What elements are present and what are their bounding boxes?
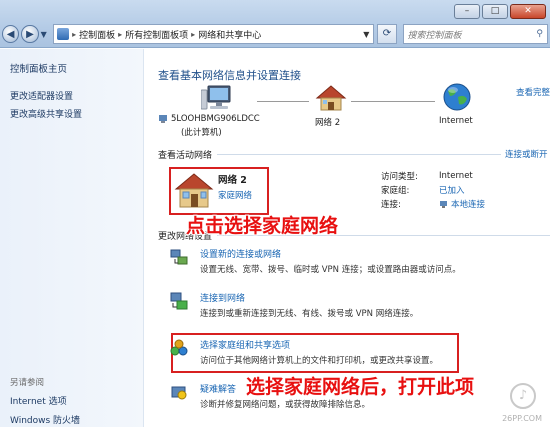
annotation-open-option: 选择家庭网络后，打开此项	[246, 376, 475, 398]
chevron-right-icon[interactable]: ▸	[191, 30, 195, 39]
watermark-logo-icon: ♪	[510, 383, 536, 409]
computer-small-icon	[158, 114, 168, 124]
property-key: 连接:	[381, 200, 401, 210]
breadcrumb-network-center[interactable]: 网络和共享中心	[198, 28, 261, 41]
breadcrumb-control-panel[interactable]: 控制面板	[79, 28, 115, 41]
connect-network-icon	[170, 292, 188, 310]
back-button[interactable]: ◀	[2, 25, 20, 43]
computer-name: 5LOOHBMG906LDCC	[171, 114, 260, 124]
refresh-icon: ⟳	[382, 28, 392, 39]
map-computer-label-wrap: 5LOOHBMG906LDCC (此计算机)	[158, 114, 288, 138]
property-row: 家庭组: 已加入	[381, 183, 485, 197]
forward-arrow-icon: ▶	[26, 28, 34, 40]
troubleshoot-link[interactable]: 疑难解答	[200, 382, 236, 395]
back-arrow-icon: ◀	[6, 28, 15, 40]
maximize-button[interactable]: □	[482, 4, 508, 19]
annotation-click-home-network: 点击选择家庭网络	[186, 215, 339, 237]
property-row: 访问类型: Internet	[381, 169, 485, 183]
control-panel-icon	[57, 28, 70, 40]
sidebar-link-internet-options[interactable]: Internet 选项	[10, 394, 67, 407]
active-networks-label: 查看活动网络	[158, 151, 213, 161]
chevron-right-icon[interactable]: ▸	[118, 30, 122, 39]
address-dropdown-icon[interactable]: ▼	[359, 30, 373, 39]
property-value: Internet	[439, 171, 473, 181]
map-network	[313, 84, 349, 115]
connect-disconnect-link[interactable]: 连接或断开	[505, 148, 548, 160]
active-network-highlight: 网络 2 家庭网络	[169, 167, 269, 215]
window-controls: – □ ✕	[454, 4, 546, 19]
task-description: 诊断并修复网络问题，或获得故障排除信息。	[200, 400, 371, 410]
see-full-map-link[interactable]: 查看完整	[516, 86, 550, 98]
sidebar-link-windows-firewall[interactable]: Windows 防火墙	[10, 413, 80, 426]
title-bar: – □ ✕ ◀ ▶ ▼ ▸ 控制面板 ▸ 所有控制面板项 ▸ 网络和共享中心 ▼…	[0, 0, 550, 48]
sidebar-link-advanced-sharing[interactable]: 更改高级共享设置	[10, 107, 82, 120]
homegroup-sharing-options-link[interactable]: 选择家庭组和共享选项	[200, 338, 290, 351]
connection-icon	[439, 200, 448, 209]
watermark-text: 26PP.COM	[502, 414, 542, 423]
task-description: 设置无线、宽带、拨号、临时或 VPN 连接；或设置路由器或访问点。	[200, 265, 461, 275]
section-divider	[217, 154, 501, 155]
breadcrumb-all-items[interactable]: 所有控制面板项	[125, 28, 188, 41]
forward-button[interactable]: ▶	[21, 25, 39, 43]
map-computer	[163, 84, 273, 115]
task-description: 连接到或重新连接到无线、有线、拨号或 VPN 网络连接。	[200, 309, 419, 319]
sidebar-home-link[interactable]: 控制面板主页	[10, 61, 67, 75]
recent-pages-dropdown[interactable]: ▼	[41, 30, 51, 39]
close-button[interactable]: ✕	[510, 4, 546, 19]
connect-to-network-link[interactable]: 连接到网络	[200, 291, 245, 304]
homegroup-icon	[170, 339, 188, 356]
property-row: 连接: 本地连接	[381, 197, 485, 211]
house-icon	[315, 85, 347, 111]
homegroup-link[interactable]: 已加入	[439, 184, 465, 196]
navigation-row: ◀ ▶ ▼ ▸ 控制面板 ▸ 所有控制面板项 ▸ 网络和共享中心 ▼ ⟳ 搜索控…	[2, 23, 548, 45]
new-connection-icon	[170, 249, 188, 265]
refresh-button[interactable]: ⟳	[377, 24, 397, 44]
globe-icon	[443, 83, 471, 111]
page-title: 查看基本网络信息并设置连接	[158, 69, 301, 82]
sidebar-link-adapter-settings[interactable]: 更改适配器设置	[10, 89, 73, 102]
search-placeholder: 搜索控制面板	[407, 30, 462, 41]
chevron-right-icon[interactable]: ▸	[72, 30, 76, 39]
map-connector-line	[257, 101, 309, 102]
network-type-link[interactable]: 家庭网络	[218, 189, 252, 201]
minimize-button[interactable]: –	[454, 4, 480, 19]
map-internet-label: Internet	[439, 116, 473, 126]
setup-connection-link[interactable]: 设置新的连接或网络	[200, 247, 281, 260]
property-key: 访问类型:	[381, 172, 418, 182]
map-internet	[439, 82, 475, 115]
troubleshoot-icon	[171, 386, 187, 400]
main-pane: 查看基本网络信息并设置连接 查看完整 5LOOHBMG906LDCC (此计算机…	[145, 49, 550, 427]
computer-sub-label: (此计算机)	[181, 128, 222, 138]
left-pane: 控制面板主页 更改适配器设置 更改高级共享设置 另请参阅 Internet 选项…	[0, 49, 144, 427]
map-network-label: 网络 2	[315, 118, 341, 128]
active-network-name: 网络 2	[218, 175, 247, 186]
see-also-heading: 另请参阅	[10, 378, 45, 388]
network-properties: 访问类型: Internet 家庭组: 已加入 连接: 本地连接	[381, 169, 485, 211]
computer-icon	[200, 85, 231, 110]
local-connection-link[interactable]: 本地连接	[451, 198, 485, 210]
map-connector-line	[351, 101, 435, 102]
search-input[interactable]: 搜索控制面板 ⚲	[402, 24, 548, 44]
task-description: 访问位于其他网络计算机上的文件和打印机，或更改共享设置。	[200, 356, 439, 366]
property-key: 家庭组:	[381, 186, 410, 196]
search-icon[interactable]: ⚲	[536, 29, 543, 39]
home-network-icon	[174, 173, 214, 208]
address-bar[interactable]: ▸ 控制面板 ▸ 所有控制面板项 ▸ 网络和共享中心 ▼	[53, 24, 375, 44]
